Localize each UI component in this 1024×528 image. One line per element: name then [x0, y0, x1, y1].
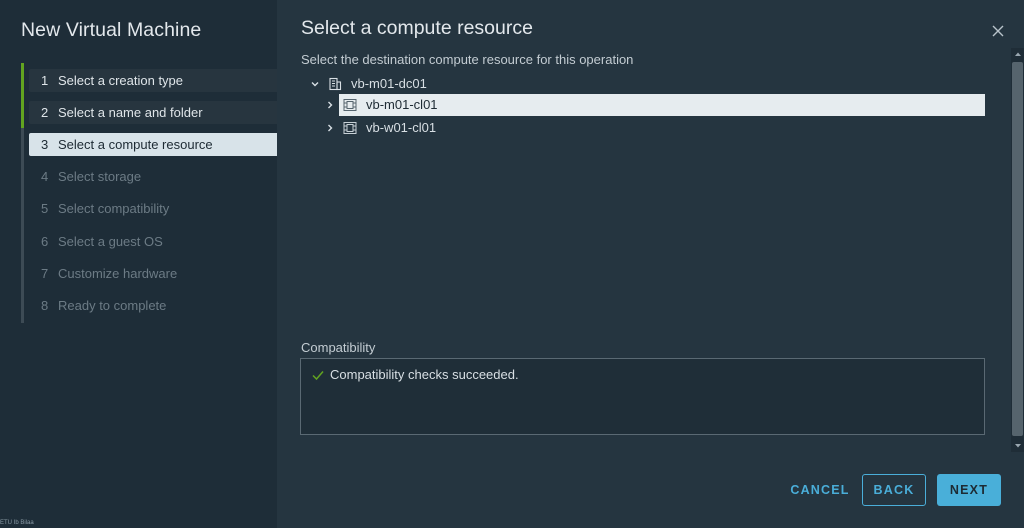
cluster-icon: [343, 98, 357, 112]
back-button[interactable]: BACK: [862, 474, 926, 506]
compatibility-message-text: Compatibility checks succeeded.: [330, 367, 519, 382]
scroll-up-icon[interactable]: [1011, 48, 1024, 60]
wizard-content: Select a compute resource Select the des…: [277, 0, 1024, 528]
step-label: Select a compute resource: [58, 137, 213, 152]
step-number: 3: [41, 137, 49, 152]
chevron-right-icon[interactable]: [325, 117, 335, 139]
next-button[interactable]: NEXT: [937, 474, 1001, 506]
datacenter-icon: [328, 77, 342, 91]
step-number: 2: [41, 105, 49, 120]
page-title: Select a compute resource: [301, 17, 533, 39]
scrollbar-thumb[interactable]: [1012, 62, 1023, 436]
scroll-down-icon[interactable]: [1011, 440, 1024, 452]
step-label: Select compatibility: [58, 201, 170, 216]
compatibility-label: Compatibility: [301, 340, 376, 355]
step-label: Customize hardware: [58, 266, 178, 281]
tree-node-label: vb-m01-cl01: [366, 97, 438, 112]
step-select-guest-os: 6 Select a guest OS: [29, 230, 279, 253]
step-select-storage: 4 Select storage: [29, 165, 279, 188]
content-scrollbar[interactable]: [1011, 48, 1024, 452]
step-select-name-folder[interactable]: 2 Select a name and folder: [29, 101, 279, 124]
step-select-creation-type[interactable]: 1 Select a creation type: [29, 69, 279, 92]
step-number: 5: [41, 201, 49, 216]
step-number: 7: [41, 266, 49, 281]
wizard-title: New Virtual Machine: [21, 19, 202, 41]
chevron-right-icon[interactable]: [325, 94, 335, 116]
compatibility-panel: Compatibility checks succeeded.: [300, 358, 985, 435]
step-label: Select a guest OS: [58, 234, 163, 249]
wizard-sidebar: New Virtual Machine 1 Select a creation t…: [0, 0, 279, 528]
cluster-icon: [343, 121, 357, 135]
step-number: 4: [41, 169, 49, 184]
wizard-steps: 1 Select a creation type 2 Select a name a…: [21, 63, 279, 323]
step-label: Ready to complete: [58, 298, 167, 313]
compatibility-message: Compatibility checks succeeded.: [311, 367, 519, 382]
checkmark-icon: [311, 369, 325, 381]
step-number: 8: [41, 298, 49, 313]
cancel-button[interactable]: CANCEL: [785, 474, 855, 506]
tree-node-cluster-vb-m01-cl01[interactable]: vb-m01-cl01: [339, 94, 985, 116]
step-ready-to-complete: 8 Ready to complete: [29, 294, 279, 317]
step-select-compatibility: 5 Select compatibility: [29, 197, 279, 220]
chevron-down-icon[interactable]: [309, 78, 321, 90]
step-number: 1: [41, 73, 49, 88]
close-icon: [992, 25, 1004, 37]
tree-node-label: vb-w01-cl01: [366, 120, 437, 135]
new-vm-wizard: New Virtual Machine 1 Select a creation t…: [0, 0, 1024, 528]
tree-node-datacenter[interactable]: vb-m01-dc01: [309, 73, 609, 95]
close-button[interactable]: [989, 22, 1007, 40]
tree-node-label: vb-m01-dc01: [351, 76, 427, 91]
step-label: Select storage: [58, 169, 142, 184]
completed-steps-indicator: [21, 63, 24, 128]
step-number: 6: [41, 234, 49, 249]
instruction-text: Select the destination compute resource …: [301, 52, 634, 67]
step-customize-hardware: 7 Customize hardware: [29, 262, 279, 285]
step-select-compute-resource[interactable]: 3 Select a compute resource: [29, 133, 279, 156]
step-label: Select a creation type: [58, 73, 184, 88]
step-label: Select a name and folder: [58, 105, 203, 120]
tree-node-cluster-vb-w01-cl01[interactable]: vb-w01-cl01: [343, 117, 643, 139]
corner-label: ETU Ib Bilaa: [0, 520, 34, 526]
